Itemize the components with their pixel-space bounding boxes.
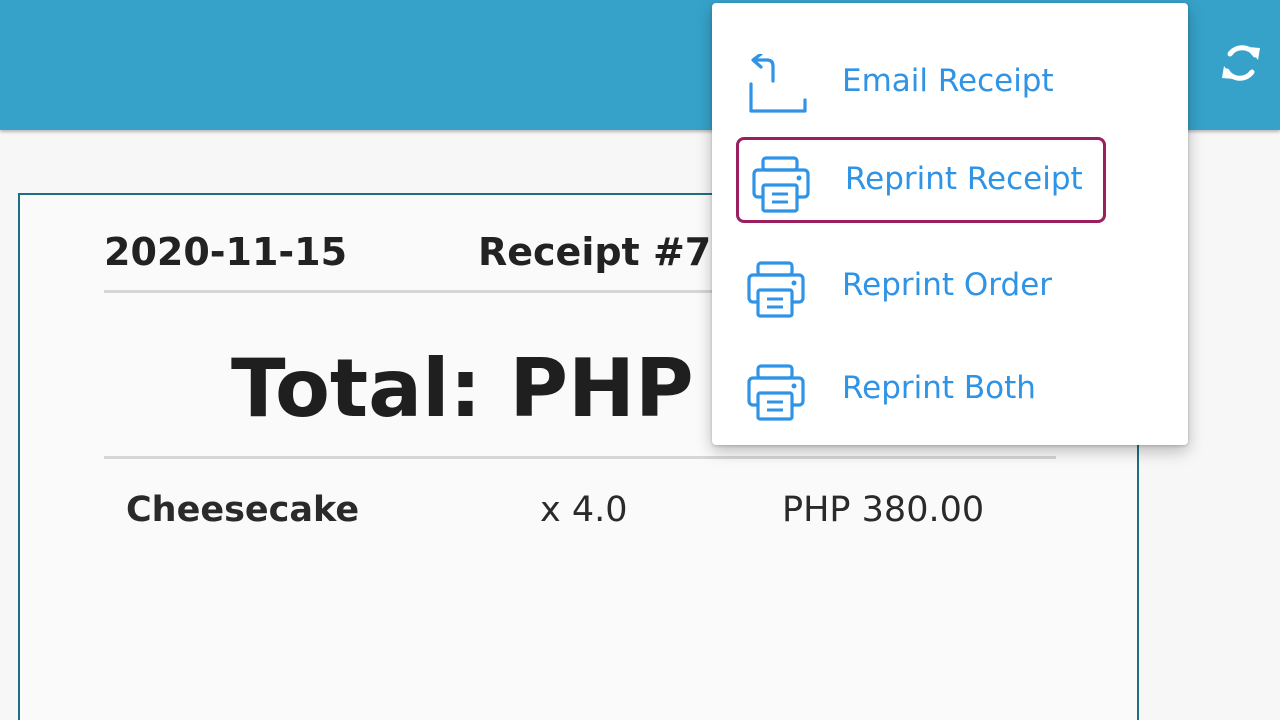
reprint-both-label: Reprint Both [842, 370, 1036, 406]
email-receipt-menu-item[interactable]: Email Receipt [736, 39, 1106, 125]
receipt-total-divider [104, 456, 1056, 459]
item-name: Cheesecake [126, 490, 360, 530]
email-receipt-label: Email Receipt [842, 63, 1054, 99]
reprint-order-label: Reprint Order [842, 267, 1053, 303]
item-price: PHP 380.00 [782, 490, 985, 530]
app-screen: 2020-11-15 Receipt #7 Total: PHP 4 Chees… [0, 0, 1280, 720]
reprint-receipt-menu-item[interactable]: Reprint Receipt [736, 137, 1106, 223]
receipt-number: Receipt #7 [478, 230, 712, 274]
share-arrow-icon [749, 54, 807, 113]
receipt-total: Total: PHP 4 [231, 342, 778, 435]
printer-icon [747, 364, 805, 421]
printer-icon [752, 156, 810, 213]
receipt-date: 2020-11-15 [104, 230, 348, 274]
reprint-both-menu-item[interactable]: Reprint Both [736, 346, 1106, 432]
item-quantity: x 4.0 [540, 490, 628, 530]
reprint-receipt-label: Reprint Receipt [845, 161, 1083, 197]
reprint-order-menu-item[interactable]: Reprint Order [736, 243, 1106, 329]
receipt-actions-menu: Email Receipt Reprint Receipt Reprint Or… [712, 3, 1188, 445]
printer-icon [747, 261, 805, 318]
sync-icon[interactable] [1218, 38, 1264, 88]
